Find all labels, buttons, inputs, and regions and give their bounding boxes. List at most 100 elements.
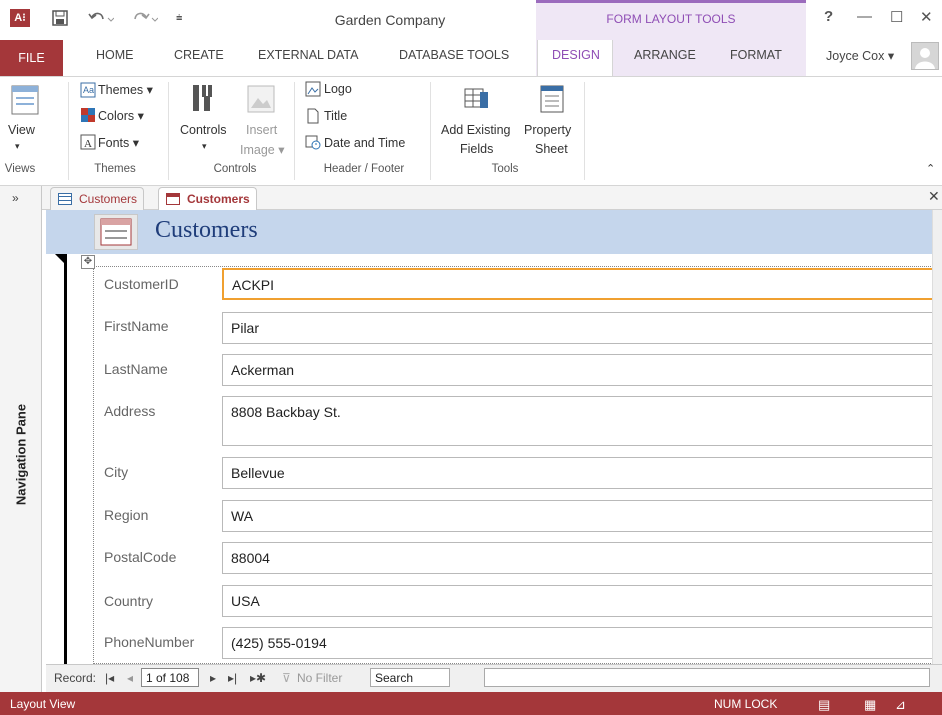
field-label-country[interactable]: Country (104, 593, 153, 609)
no-filter-button[interactable]: No Filter (297, 671, 342, 685)
field-label-city[interactable]: City (104, 464, 128, 480)
field-lastname[interactable]: Ackerman (222, 354, 933, 386)
tab-format[interactable]: FORMAT (730, 48, 782, 62)
record-label: Record: (54, 671, 97, 685)
themes-button[interactable]: Themes ▾ (98, 82, 153, 97)
tab-design[interactable]: DESIGN (552, 48, 600, 62)
document-tab-label: Customers (79, 192, 138, 206)
fonts-icon: A (80, 134, 96, 153)
view-dropdown-icon[interactable]: ▾ (15, 141, 20, 152)
form-title[interactable]: Customers (155, 217, 258, 244)
close-document-icon[interactable]: ✕ (928, 188, 940, 205)
document-tab-customers-form[interactable]: Customers (158, 187, 257, 210)
document-tab-label: Customers (187, 192, 250, 206)
tab-file[interactable]: FILE (0, 40, 63, 76)
fonts-button[interactable]: Fonts ▾ (98, 135, 139, 150)
insert-image-button[interactable]: Image ▾ (240, 142, 285, 157)
field-label-customerid[interactable]: CustomerID (104, 276, 179, 292)
insert-image-icon[interactable] (246, 84, 276, 117)
minimize-button[interactable]: — (857, 8, 872, 25)
field-region[interactable]: WA (222, 500, 933, 532)
date-time-button[interactable]: Date and Time (324, 136, 405, 150)
horizontal-scrollbar[interactable] (484, 668, 930, 687)
table-icon (58, 193, 72, 205)
access-app-icon[interactable]: A⁝ (10, 9, 30, 27)
layout-view-icon[interactable]: ▦ (864, 697, 876, 713)
add-existing-fields-line1[interactable]: Add Existing (441, 123, 510, 137)
controls-dropdown-icon[interactable]: ▾ (202, 141, 207, 152)
group-label-themes: Themes (94, 163, 136, 175)
tab-external-data[interactable]: EXTERNAL DATA (258, 48, 358, 62)
group-separator (68, 82, 69, 180)
view-icon[interactable] (10, 84, 40, 119)
first-record-button[interactable]: |◂ (105, 671, 114, 685)
add-existing-fields-button[interactable]: Fields (460, 142, 493, 156)
field-city[interactable]: Bellevue (222, 457, 933, 489)
themes-icon: Aa (80, 82, 96, 101)
field-label-lastname[interactable]: LastName (104, 361, 168, 377)
design-view-icon[interactable]: ⊿ (895, 697, 906, 713)
collapse-ribbon-icon[interactable]: ⌃ (926, 162, 935, 175)
logo-icon (305, 81, 321, 100)
maximize-button[interactable]: ☐ (890, 8, 903, 26)
form-view-icon[interactable]: ▤ (818, 697, 830, 713)
status-bar (0, 692, 942, 715)
logo-button[interactable]: Logo (324, 82, 352, 96)
navigation-pane-label: Navigation Pane (13, 403, 29, 506)
title-button[interactable]: Title (324, 109, 347, 123)
add-existing-fields-icon[interactable] (462, 84, 492, 117)
group-separator (168, 82, 169, 180)
context-group-label: FORM LAYOUT TOOLS (606, 12, 736, 26)
svg-text:A: A (84, 138, 92, 150)
close-button[interactable]: ✕ (920, 8, 933, 26)
previous-record-button[interactable]: ◂ (127, 671, 133, 685)
field-address[interactable]: 8808 Backbay St. (222, 396, 933, 446)
status-view-label: Layout View (10, 697, 76, 711)
new-record-button[interactable]: ▸✱ (250, 671, 266, 685)
last-record-button[interactable]: ▸| (228, 671, 237, 685)
tab-database-tools[interactable]: DATABASE TOOLS (399, 48, 509, 62)
avatar[interactable] (911, 42, 939, 70)
form-logo-icon[interactable] (94, 214, 138, 250)
field-postalcode[interactable]: 88004 (222, 542, 933, 574)
search-input[interactable]: Search (370, 668, 450, 687)
field-label-address[interactable]: Address (104, 403, 155, 419)
field-label-firstname[interactable]: FirstName (104, 318, 169, 334)
field-phonenumber[interactable]: (425) 555-0194 (222, 627, 933, 659)
tab-home[interactable]: HOME (96, 48, 134, 62)
field-country[interactable]: USA (222, 585, 933, 617)
undo-icon[interactable] (88, 10, 115, 30)
view-button[interactable]: View (8, 123, 35, 137)
record-selector-icon[interactable] (55, 254, 64, 263)
controls-icon[interactable] (190, 82, 216, 117)
field-customerid[interactable]: ACKPI (222, 268, 933, 300)
help-button[interactable]: ? (824, 8, 833, 25)
user-name[interactable]: Joyce Cox ▾ (826, 48, 894, 63)
property-sheet-icon[interactable] (538, 84, 566, 117)
group-separator (430, 82, 431, 180)
field-label-postalcode[interactable]: PostalCode (104, 549, 176, 565)
group-label-views: Views (4, 163, 36, 175)
customize-qat-icon[interactable]: ⩧ (176, 12, 182, 25)
next-record-button[interactable]: ▸ (210, 671, 216, 685)
field-label-phonenumber[interactable]: PhoneNumber (104, 634, 194, 650)
controls-button[interactable]: Controls (180, 123, 227, 137)
group-label-header-footer: Header / Footer (323, 163, 405, 175)
layout-move-handle-icon[interactable]: ✥ (81, 255, 95, 269)
tab-arrange[interactable]: ARRANGE (634, 48, 696, 62)
redo-icon[interactable] (132, 10, 159, 30)
document-tab-customers-table[interactable]: Customers (50, 187, 145, 210)
vertical-scrollbar[interactable] (932, 210, 942, 664)
navigation-pane-label-container[interactable]: Navigation Pane (5, 390, 37, 520)
group-separator (294, 82, 295, 180)
current-record-input[interactable]: 1 of 108 (141, 668, 199, 687)
field-label-region[interactable]: Region (104, 507, 148, 523)
field-firstname[interactable]: Pilar (222, 312, 933, 344)
tab-create[interactable]: CREATE (174, 48, 224, 62)
navigation-pane-toggle-icon[interactable]: » (12, 191, 19, 205)
record-selector-bar[interactable] (64, 254, 67, 664)
save-icon[interactable] (52, 10, 68, 30)
property-sheet-line1[interactable]: Property (524, 123, 571, 137)
colors-button[interactable]: Colors ▾ (98, 108, 144, 123)
property-sheet-button[interactable]: Sheet (535, 142, 568, 156)
